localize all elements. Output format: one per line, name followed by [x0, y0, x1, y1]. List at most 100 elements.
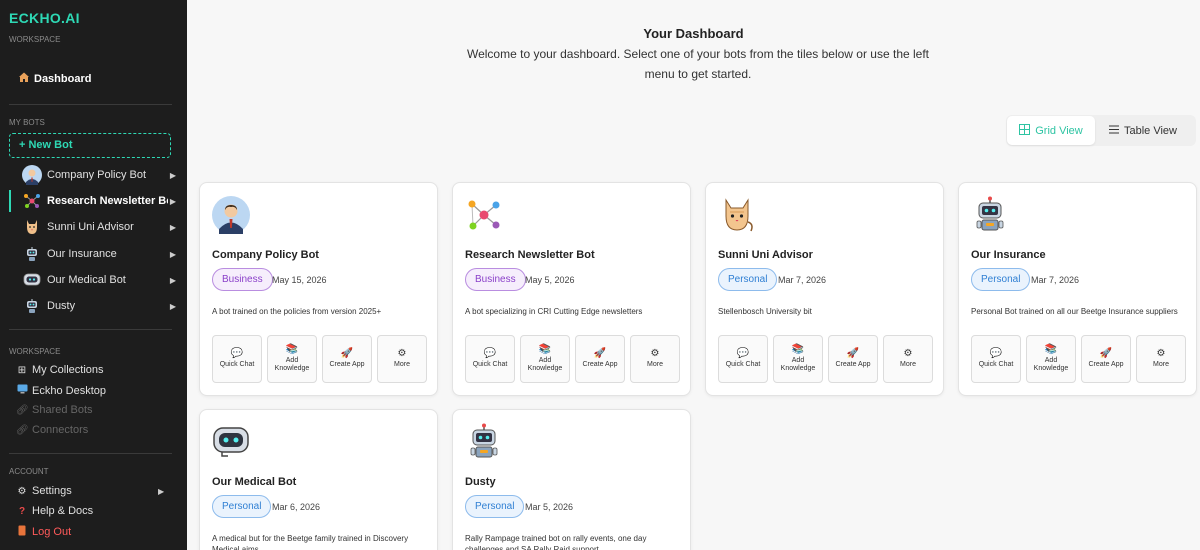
quick-chat-button[interactable]: 💬 Quick Chat [718, 335, 768, 383]
sidebar-bot-research-newsletter[interactable]: Research Newsletter Bo ▶ [9, 189, 178, 213]
add-knowledge-button[interactable]: 📚 Add Knowledge [773, 335, 823, 383]
desktop-icon [16, 384, 28, 397]
action-label: Quick Chat [219, 361, 255, 368]
sidebar-bot-dusty[interactable]: Dusty ▶ [10, 294, 178, 318]
bot-card-dusty[interactable]: Dusty Personal Mar 5, 2026 Rally Rampage… [452, 409, 691, 550]
sidebar-bot-our-insurance[interactable]: Our Insurance ▶ [10, 242, 178, 266]
create-app-button[interactable]: 🚀 Create App [322, 335, 372, 383]
bot-card-description: A bot trained on the policies from versi… [212, 307, 382, 316]
rocket-icon: 🚀 [340, 348, 354, 359]
sidebar-item-label: Shared Bots [32, 404, 93, 416]
sidebar-bot-label: Sunni Uni Advisor [47, 221, 134, 233]
bot-card-actions: 💬 Quick Chat 📚 Add Knowledge 🚀 Create App ⚙… [465, 335, 680, 383]
bot-card-actions: 💬 Quick Chat 📚 Add Knowledge 🚀 Create App ⚙… [718, 335, 933, 383]
grid-icon [1019, 123, 1031, 138]
sidebar-item-label: Help & Docs [32, 505, 94, 517]
add-knowledge-button[interactable]: 📚 Add Knowledge [1026, 335, 1076, 383]
create-app-button[interactable]: 🚀 Create App [1081, 335, 1131, 383]
quick-chat-button[interactable]: 💬 Quick Chat [971, 335, 1021, 383]
bot-card-research-newsletter[interactable]: Research Newsletter Bot Business May 5, … [452, 182, 691, 396]
page-title: Your Dashboard [643, 26, 744, 41]
action-label: Quick Chat [472, 361, 508, 368]
create-app-button[interactable]: 🚀 Create App [575, 335, 625, 383]
bot-card-name: Our Insurance [971, 249, 1046, 261]
sidebar-bot-our-medical[interactable]: Our Medical Bot ▶ [10, 268, 178, 292]
chat-bubble-icon: 💬 [736, 348, 750, 359]
action-label: Add Knowledge [780, 357, 816, 372]
action-label: Create App [329, 361, 365, 368]
sidebar-bot-label: Company Policy Bot [47, 169, 147, 181]
action-label: More [394, 361, 410, 368]
page-subtitle: Welcome to your dashboard. Select one of… [466, 47, 930, 81]
robot-head-icon [22, 270, 42, 290]
business-man-avatar-icon [22, 165, 42, 185]
sidebar-bot-label: Our Medical Bot [47, 274, 126, 286]
robot-icon [465, 423, 503, 461]
grid-view-button[interactable]: Grid View [1007, 116, 1095, 145]
robot-icon [971, 196, 1009, 234]
chat-bubble-icon: 💬 [230, 348, 244, 359]
chevron-right-icon[interactable]: ▶ [168, 223, 178, 232]
add-knowledge-button[interactable]: 📚 Add Knowledge [267, 335, 317, 383]
bot-card-our-insurance[interactable]: Our Insurance Personal Mar 7, 2026 Perso… [958, 182, 1197, 396]
bot-card-company-policy[interactable]: Company Policy Bot Business May 15, 2026… [199, 182, 438, 396]
sidebar-item-log-out[interactable]: Log Out [16, 525, 71, 539]
sidebar: ECKHO.AI WORKSPACE Dashboard MY BOTS + N… [0, 0, 187, 550]
create-app-button[interactable]: 🚀 Create App [828, 335, 878, 383]
question-icon: ? [18, 505, 26, 517]
bot-card-sunni-uni-advisor[interactable]: Sunni Uni Advisor Personal Mar 7, 2026 S… [705, 182, 944, 396]
books-icon: 📚 [1044, 344, 1058, 355]
action-label: Add Knowledge [1033, 357, 1069, 372]
new-bot-button[interactable]: + New Bot [9, 133, 171, 158]
divider [9, 104, 172, 105]
books-icon: 📚 [285, 344, 299, 355]
sidebar-item-dashboard[interactable]: Dashboard [18, 71, 91, 86]
chevron-right-icon[interactable]: ▶ [168, 250, 178, 259]
sidebar-item-help-docs[interactable]: ? Help & Docs [16, 505, 93, 517]
quick-chat-button[interactable]: 💬 Quick Chat [465, 335, 515, 383]
more-button[interactable]: ⚙ More [1136, 335, 1186, 383]
cat-icon [718, 196, 756, 234]
sidebar-bot-sunni-uni-advisor[interactable]: Sunni Uni Advisor ▶ [10, 215, 178, 239]
bot-type-badge: Business [212, 268, 273, 291]
sidebar-item-settings[interactable]: ⚙ Settings ▶ [16, 485, 165, 497]
chevron-right-icon[interactable]: ▶ [168, 197, 178, 206]
chevron-right-icon[interactable]: ▶ [168, 276, 178, 285]
action-label: More [1153, 361, 1169, 368]
sidebar-item-my-collections[interactable]: ⊞ My Collections [16, 364, 104, 376]
more-button[interactable]: ⚙ More [377, 335, 427, 383]
bot-type-badge: Personal [212, 495, 272, 518]
chevron-right-icon[interactable]: ▶ [158, 487, 164, 496]
workspace-section-label: WORKSPACE [9, 347, 61, 356]
gear-icon: ⚙ [650, 348, 660, 359]
chevron-right-icon[interactable]: ▶ [168, 171, 178, 180]
bot-card-name: Dusty [465, 476, 496, 488]
quick-chat-button[interactable]: 💬 Quick Chat [212, 335, 262, 383]
more-button[interactable]: ⚙ More [630, 335, 680, 383]
divider [9, 453, 172, 454]
sidebar-item-eckho-desktop[interactable]: Eckho Desktop [16, 384, 106, 397]
more-button[interactable]: ⚙ More [883, 335, 933, 383]
network-nodes-icon [465, 196, 503, 234]
table-view-button[interactable]: Table View [1095, 116, 1191, 145]
rocket-icon: 🚀 [593, 348, 607, 359]
sidebar-item-label: My Collections [32, 364, 104, 376]
bot-card-date: Mar 5, 2026 [525, 502, 574, 512]
network-nodes-icon [22, 191, 42, 211]
chat-bubble-icon: 💬 [989, 348, 1003, 359]
action-label: Create App [1088, 361, 1124, 368]
bot-card-actions: 💬 Quick Chat 📚 Add Knowledge 🚀 Create App ⚙… [212, 335, 427, 383]
bot-card-description: A medical but for the Beetge family trai… [212, 534, 409, 550]
link-icon: 🔗︎ [16, 424, 29, 436]
bot-card-our-medical[interactable]: Our Medical Bot Personal Mar 6, 2026 A m… [199, 409, 438, 550]
bot-type-badge: Business [465, 268, 526, 291]
brand-logo[interactable]: ECKHO.AI [9, 10, 80, 26]
gear-icon: ⚙ [1156, 348, 1166, 359]
bot-card-description: Personal Bot trained on all our Beetge I… [971, 307, 1178, 316]
chevron-right-icon[interactable]: ▶ [168, 302, 178, 311]
bot-card-name: Research Newsletter Bot [465, 249, 595, 261]
add-knowledge-button[interactable]: 📚 Add Knowledge [520, 335, 570, 383]
bot-card-name: Company Policy Bot [212, 249, 319, 261]
sidebar-bot-label: Our Insurance [47, 248, 117, 260]
sidebar-bot-company-policy[interactable]: Company Policy Bot ▶ [10, 163, 178, 187]
